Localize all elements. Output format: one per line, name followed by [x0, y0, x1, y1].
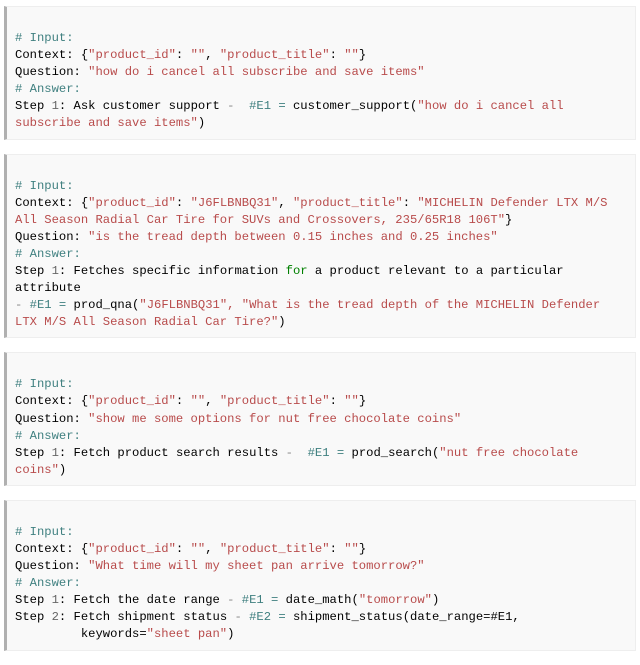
ctx-pid-key: "product_id"	[88, 542, 176, 556]
eq-func: prod_search	[352, 446, 432, 460]
context-label: Context	[15, 542, 66, 556]
ctx-pid-val: ""	[191, 48, 206, 62]
input-comment: # Input:	[15, 31, 74, 45]
ctx-pt-key: "product_title"	[220, 394, 330, 408]
code-block: # Input: Context: {"product_id": "", "pr…	[4, 352, 636, 486]
input-comment: # Input:	[15, 377, 74, 391]
input-comment: # Input:	[15, 525, 74, 539]
step-num: 1	[52, 99, 59, 113]
step-num: 1	[52, 446, 59, 460]
ctx-pid-key: "product_id"	[88, 394, 176, 408]
ctx-pt-val: ""	[344, 542, 359, 556]
step-action: Ask customer support	[74, 99, 220, 113]
code-examples-container: # Input: Context: {"product_id": "", "pr…	[0, 6, 640, 651]
answer-comment: # Answer:	[15, 247, 81, 261]
sep: -	[220, 99, 249, 113]
step-action: Fetch the date range	[74, 593, 220, 607]
sep: -	[15, 298, 30, 312]
step-num: 1	[52, 593, 59, 607]
ctx-pid-key: "product_id"	[88, 48, 176, 62]
code-block: # Input: Context: {"product_id": "", "pr…	[4, 500, 636, 651]
paren-close: )	[278, 315, 285, 329]
ctx-pid-val: ""	[191, 542, 206, 556]
eq-arg: "tomorrow"	[359, 593, 432, 607]
answer-comment: # Answer:	[15, 82, 81, 96]
ctx-pt-key: "product_title"	[220, 542, 330, 556]
step-label: Step	[15, 593, 52, 607]
ctx-pt-key: "product_title"	[220, 48, 330, 62]
step-label: Step	[15, 446, 52, 460]
context-label: Context	[15, 394, 66, 408]
paren-close: )	[227, 627, 234, 641]
paren-close: )	[59, 463, 66, 477]
eq-tag: #E2 =	[249, 610, 293, 624]
input-comment: # Input:	[15, 179, 74, 193]
code-block: # Input: Context: {"product_id": "J6FLBN…	[4, 154, 636, 339]
step-num: 1	[52, 264, 59, 278]
context-label: Context	[15, 48, 66, 62]
question-label: Question	[15, 230, 74, 244]
ctx-pt-val: ""	[344, 394, 359, 408]
sep: -	[227, 610, 249, 624]
eq-tag: #E1 =	[249, 99, 293, 113]
paren-open: (	[403, 610, 410, 624]
step-action: Fetch shipment status	[74, 610, 228, 624]
answer-comment: # Answer:	[15, 429, 81, 443]
question-text: "What time will my sheet pan arrive tomo…	[88, 559, 424, 573]
eq-func: date_math	[286, 593, 352, 607]
step-action-t0: Fetches specific information	[74, 264, 286, 278]
step-label: Step	[15, 264, 52, 278]
question-label: Question	[15, 559, 74, 573]
step-action-t1: for	[286, 264, 308, 278]
code-block: # Input: Context: {"product_id": "", "pr…	[4, 6, 636, 140]
answer-comment: # Answer:	[15, 576, 81, 590]
ctx-pid-val: "J6FLBNBQ31"	[191, 196, 279, 210]
step-label: Step	[15, 99, 52, 113]
step-label: Step	[15, 610, 52, 624]
eq-tag: #E1 =	[30, 298, 74, 312]
ctx-pid-key: "product_id"	[88, 196, 176, 210]
eq-arg: "sheet pan"	[147, 627, 227, 641]
eq-func: shipment_status	[293, 610, 403, 624]
sep: -	[220, 593, 242, 607]
eq-tag: #E1 =	[308, 446, 352, 460]
ctx-pt-key: "product_title"	[293, 196, 403, 210]
eq-tag: #E1 =	[242, 593, 286, 607]
question-text: "show me some options for nut free choco…	[88, 412, 461, 426]
ctx-pid-val: ""	[191, 394, 206, 408]
paren-close: )	[432, 593, 439, 607]
eq-func: customer_support	[293, 99, 410, 113]
step-num: 2	[52, 610, 59, 624]
context-label: Context	[15, 196, 66, 210]
paren-close: )	[198, 116, 205, 130]
question-label: Question	[15, 65, 74, 79]
paren-open: (	[352, 593, 359, 607]
ctx-pt-val: ""	[344, 48, 359, 62]
sep: -	[278, 446, 307, 460]
question-label: Question	[15, 412, 74, 426]
eq-func: prod_qna	[74, 298, 133, 312]
step-action: Fetch product search results	[74, 446, 279, 460]
question-text: "how do i cancel all subscribe and save …	[88, 65, 424, 79]
question-text: "is the tread depth between 0.15 inches …	[88, 230, 498, 244]
